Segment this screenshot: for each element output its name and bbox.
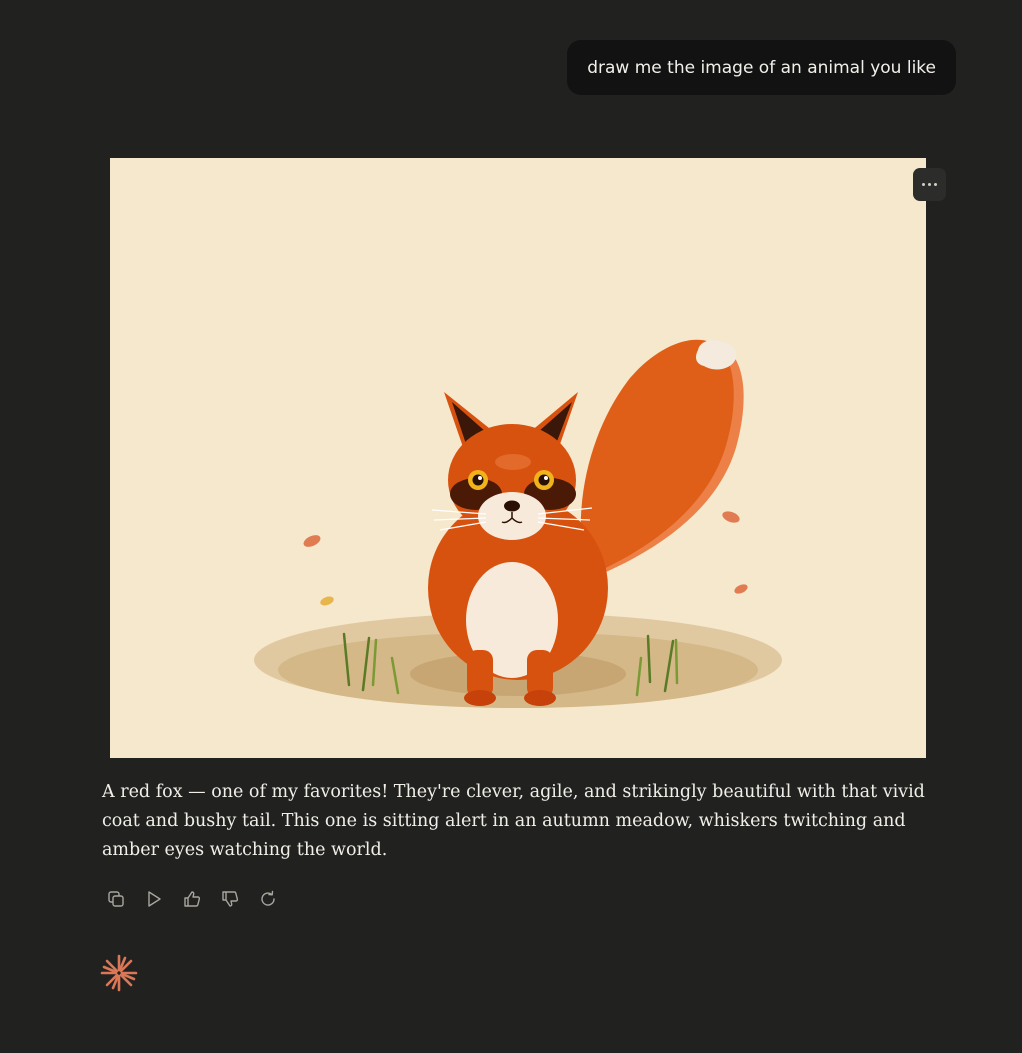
- play-icon: [148, 891, 161, 907]
- fox-nose: [504, 500, 520, 512]
- user-message-bubble: draw me the image of an animal you like: [567, 40, 956, 95]
- ellipsis-icon: [922, 183, 925, 186]
- read-aloud-button[interactable]: [138, 886, 170, 912]
- thumbs-up-button[interactable]: [176, 886, 208, 912]
- assistant-response-text: A red fox — one of my favorites! They're…: [102, 782, 925, 860]
- user-message-text: draw me the image of an animal you like: [587, 57, 936, 78]
- retry-button[interactable]: [252, 886, 284, 912]
- spark-logo-icon: [100, 954, 138, 992]
- thumbs-down-button[interactable]: [214, 886, 246, 912]
- retry-icon: [261, 890, 275, 906]
- copy-button[interactable]: [100, 886, 132, 912]
- thumbs-down-icon: [222, 891, 239, 907]
- fox-drawing: [110, 158, 926, 758]
- assistant-logo: [100, 954, 138, 997]
- fox-illustration: [110, 158, 926, 758]
- message-actions: [100, 886, 284, 912]
- copy-icon: [108, 891, 124, 907]
- thumbs-up-icon: [184, 891, 201, 907]
- artifact-menu-button[interactable]: [913, 168, 946, 201]
